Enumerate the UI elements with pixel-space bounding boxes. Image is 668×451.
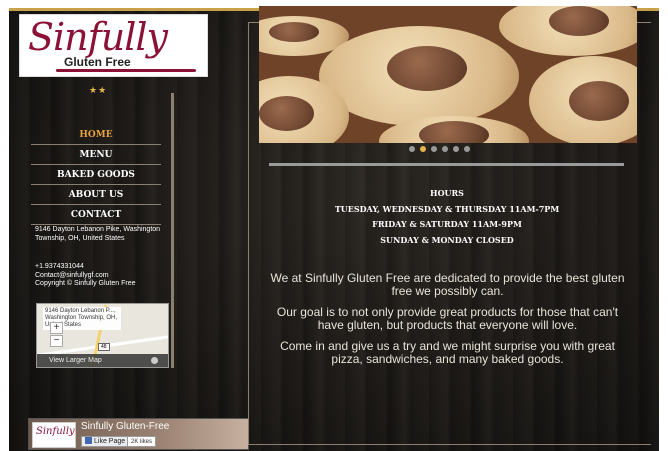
facebook-icon [85,437,92,444]
logo-script-text: Sinfully [28,15,168,59]
nav-item-menu[interactable]: MENU [31,145,161,165]
slider-dot-5[interactable] [453,146,459,152]
hero-slideshow-image[interactable] [259,6,637,143]
map-info-icon [151,357,158,364]
sidebar-divider [171,93,174,368]
decorative-stars: ★★ [89,85,108,95]
main-nav: HOME MENU BAKED GOODS ABOUT US CONTACT [31,125,161,225]
hero-divider [269,163,624,166]
nav-item-about-us[interactable]: ABOUT US [31,185,161,205]
email-link[interactable]: Contact@sinfullygf.com [35,272,163,281]
phone-number[interactable]: +1.9374331044 [35,263,163,272]
about-section: We at Sinfully Gluten Free are dedicated… [265,272,630,374]
map-zoom-in-button[interactable]: + [50,322,63,334]
hours-line: TUESDAY, WEDNESDAY & THURSDAY 11AM-7PM [334,203,560,214]
about-paragraph: Our goal is to not only provide great pr… [276,305,619,332]
location-map[interactable]: 9146 Dayton Lebanon P..., Washington Tow… [36,303,169,368]
like-count: 2K likes [127,436,157,447]
nav-item-baked-goods[interactable]: BAKED GOODS [31,165,161,185]
nav-item-contact[interactable]: CONTACT [31,205,161,225]
about-paragraph: Come in and give us a try and we might s… [280,339,615,366]
hours-line: FRIDAY & SATURDAY 11AM-9PM [372,219,522,229]
slider-dot-4[interactable] [442,146,448,152]
facebook-page-widget[interactable]: Sinfully Sinfully Gluten-Free Like Page … [28,418,249,450]
like-page-label: Like Page [94,438,126,445]
logo-subtitle: Gluten Free [64,55,131,69]
nav-item-home[interactable]: HOME [31,125,161,145]
slider-dot-3[interactable] [431,146,437,152]
map-zoom-out-button[interactable]: − [50,335,63,347]
like-page-button[interactable]: Like Page [81,436,130,447]
address-text: 9146 Dayton Lebanon Pike, Washington Tow… [35,226,161,242]
hours-heading: HOURS [430,188,464,198]
copyright-text: Copyright © Sinfully Gluten Free [35,280,136,287]
view-larger-map-label: View Larger Map [49,357,102,364]
facebook-page-thumbnail: Sinfully [32,422,76,448]
slider-dot-1[interactable] [409,146,415,152]
view-larger-map-link[interactable]: View Larger Map [37,354,168,367]
about-paragraph: We at Sinfully Gluten Free are dedicated… [270,271,625,298]
highway-badge: 48 [98,343,110,351]
thumbnail-logo-text: Sinfully [36,426,75,437]
logo-swoosh [56,69,196,72]
slider-dot-6[interactable] [464,146,470,152]
hours-line: SUNDAY & MONDAY CLOSED [380,234,514,245]
facebook-page-name[interactable]: Sinfully Gluten-Free [81,421,169,432]
site-logo[interactable]: Sinfully Gluten Free [19,14,208,77]
slider-pagination [409,146,470,152]
hours-section: HOURS TUESDAY, WEDNESDAY & THURSDAY 11AM… [262,186,632,248]
contact-block: +1.9374331044 Contact@sinfullygf.com Cop… [35,263,163,289]
slider-dot-2[interactable] [420,146,426,152]
